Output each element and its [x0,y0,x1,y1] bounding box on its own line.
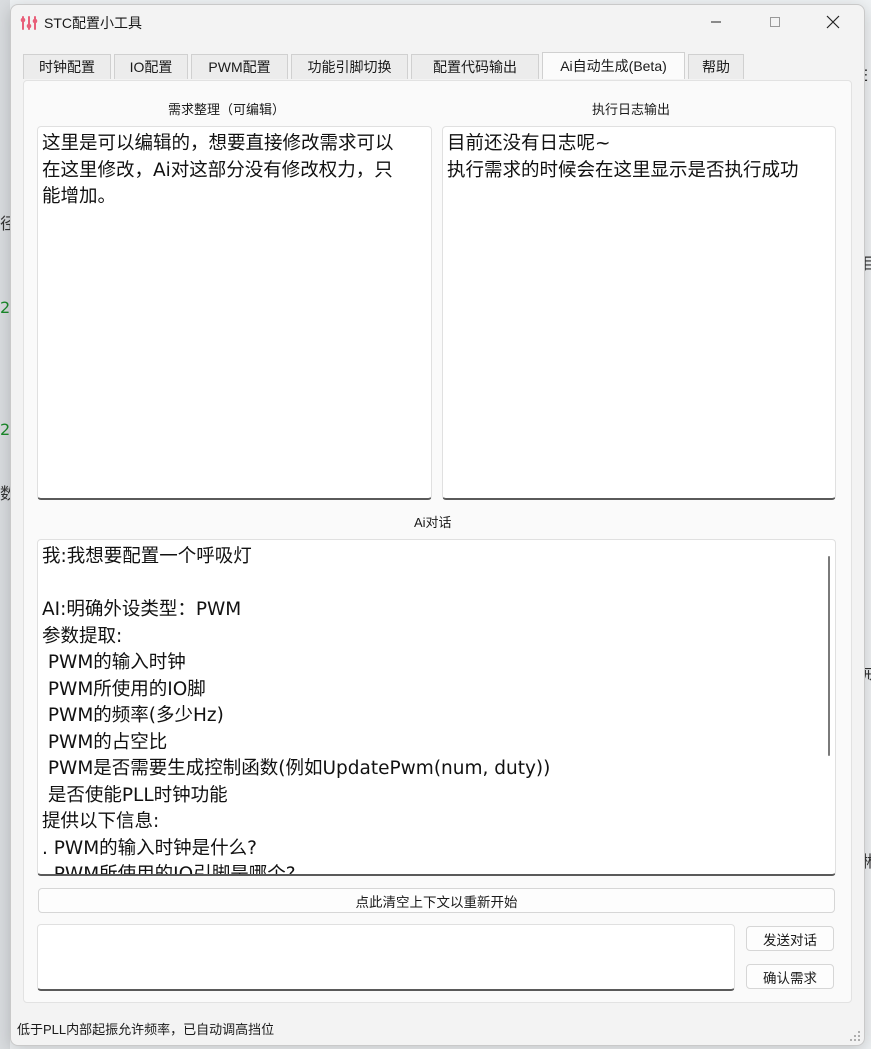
close-icon [826,15,840,29]
chat-line: 我:我想要配置一个呼吸灯 [42,546,252,567]
reset-context-button[interactable]: 点此清空上下文以重新开始 [38,888,835,913]
chat-line [42,571,831,598]
tab-ai-generate[interactable]: Ai自动生成(Beta) [542,52,685,79]
requirements-line: 在这里修改，Ai对这部分没有修改权力，只 [42,159,393,181]
chat-line: PWM所使用的IO脚 [42,678,206,700]
window-title: STC配置小工具 [44,15,142,31]
close-button[interactable] [810,5,856,39]
desktop-fragment: 2 [0,298,11,317]
maximize-icon [770,17,780,27]
title-bar[interactable]: STC配置小工具 [11,5,864,41]
maximize-button[interactable] [752,5,798,39]
chat-line: . PWM的输入时钟是什么? [42,837,257,859]
chat-history[interactable]: 我:我想要配置一个呼吸灯 AI:明确外设类型：PWM 参数提取: PWM的输入时… [37,539,836,876]
send-button[interactable]: 发送对话 [746,926,834,951]
confirm-requirements-button[interactable]: 确认需求 [746,964,834,989]
desktop-background [0,0,10,1049]
log-label: 执行日志输出 [592,102,671,117]
tab-pwm-config[interactable]: PWM配置 [191,54,288,79]
desktop-fragment: 2 [0,420,11,439]
chat-scrollbar[interactable] [828,556,830,756]
status-bar-text: 低于PLL内部起振允许频率，已自动调高挡位 [17,1022,275,1037]
app-icon [20,16,38,30]
tab-io-config[interactable]: IO配置 [114,54,188,79]
requirements-label: 需求整理（可编辑） [168,102,286,117]
chat-line: 是否使能PLL时钟功能 [42,784,228,806]
chat-line: PWM的输入时钟 [42,652,186,673]
log-output[interactable]: 目前还没有日志呢~ 执行需求的时候会在这里显示是否执行成功 [442,126,836,500]
log-line: 目前还没有日志呢~ [447,133,611,154]
requirements-editor[interactable]: 这里是可以编辑的，想要直接修改需求可以 在这里修改，Ai对这部分没有修改权力，只… [37,126,432,500]
tab-clock-config[interactable]: 时钟配置 [23,54,111,79]
app-window: STC配置小工具 时钟配置 IO配置 PWM配置 功能引脚切换 配置代码输出 A… [10,4,865,1046]
log-line: 执行需求的时候会在这里显示是否执行成功 [447,159,799,181]
chat-line: PWM的频率(多少Hz) [42,705,224,726]
requirements-line: 能增加。 [42,186,117,207]
minimize-icon [711,21,721,23]
minimize-button[interactable] [693,5,739,39]
chat-line: PWM的占空比 [42,731,168,753]
tab-help[interactable]: 帮助 [688,54,744,79]
chat-line: 提供以下信息: [42,811,160,832]
chat-line: AI:明确外设类型：PWM [42,599,242,620]
ai-generate-panel: 需求整理（可编辑） 执行日志输出 这里是可以编辑的，想要直接修改需求可以 在这里… [23,80,852,1003]
requirements-line: 这里是可以编辑的，想要直接修改需求可以 [42,133,394,154]
chat-input[interactable] [37,924,735,991]
tab-code-output[interactable]: 配置代码输出 [411,54,539,79]
tab-pin-switch[interactable]: 功能引脚切换 [291,54,408,79]
chat-line: . PWM所使用的IO引脚是哪个? [42,864,296,876]
resize-grip-icon[interactable] [849,1030,861,1042]
chat-line: 参数提取: [42,625,123,647]
chat-line: PWM是否需要生成控制函数(例如UpdatePwm(num, duty)) [42,758,551,779]
chat-label: Ai对话 [414,515,452,530]
